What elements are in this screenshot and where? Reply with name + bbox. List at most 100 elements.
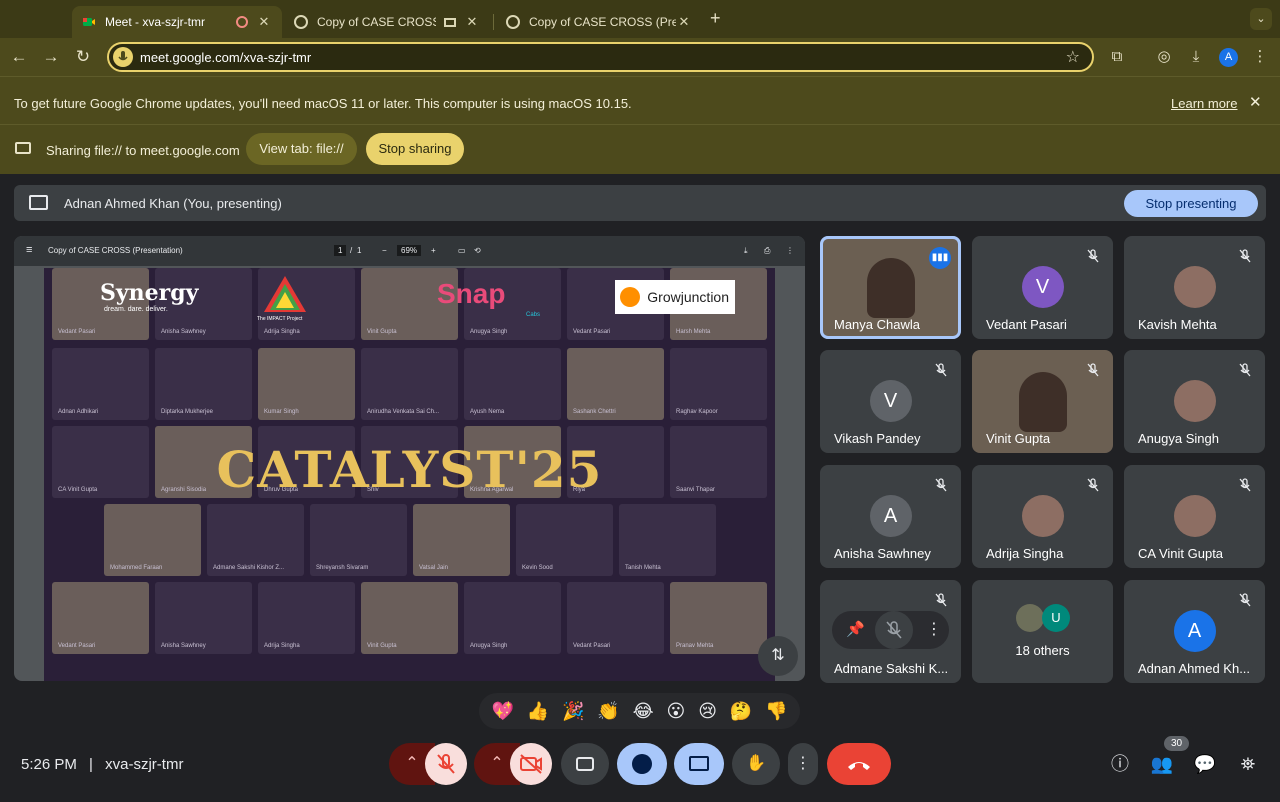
pdf-more-icon[interactable]: ⋮: [786, 246, 794, 255]
raise-hand-button[interactable]: ✋: [732, 743, 780, 785]
stop-presenting-button[interactable]: Stop presenting: [1124, 190, 1258, 217]
tile-hover-controls: 📌 ⋮: [832, 611, 949, 649]
slide-participant-thumb: Ayush Nema: [464, 348, 561, 420]
mic-off-icon: [1085, 248, 1101, 264]
forward-arrow-icon[interactable]: →: [40, 46, 62, 68]
pin-icon[interactable]: 📌: [846, 620, 865, 638]
reaction-emoji-button[interactable]: 💖: [491, 701, 513, 722]
activities-icon[interactable]: ⛯: [1236, 752, 1260, 776]
swap-layout-icon[interactable]: ⇅: [758, 636, 798, 676]
reaction-emoji-button[interactable]: 😮: [667, 701, 686, 722]
reload-icon[interactable]: ↻: [72, 46, 94, 68]
zoom-in-icon[interactable]: +: [431, 246, 436, 255]
speaking-indicator-icon: ▮▮▮: [929, 247, 951, 269]
leave-call-button[interactable]: [827, 743, 891, 785]
slide-participant-thumb: Kumar Singh: [258, 348, 355, 420]
reaction-emoji-button[interactable]: 👎: [765, 701, 787, 722]
hamburger-menu-icon[interactable]: ≡: [26, 244, 32, 256]
tab-meet[interactable]: Meet - xva-szjr-tmr ✕: [72, 6, 282, 38]
pdf-page-input[interactable]: 1: [334, 245, 347, 256]
tab-search-chevron-icon[interactable]: ⌄: [1250, 8, 1272, 30]
camera-toggle-button[interactable]: [510, 743, 552, 785]
mute-participant-button[interactable]: [875, 611, 913, 649]
slide-title: CATALYST'25: [216, 440, 603, 499]
slide-participant-thumb: Adrija Singha: [258, 582, 355, 654]
learn-more-link[interactable]: Learn more: [1171, 96, 1237, 111]
participant-tile[interactable]: Kavish Mehta: [1124, 236, 1265, 339]
pdf-download-icon[interactable]: ⤓: [744, 246, 748, 256]
reaction-emoji-button[interactable]: 🎉: [562, 701, 584, 722]
address-bar[interactable]: meet.google.com/xva-szjr-tmr ☆: [107, 42, 1094, 72]
reaction-emoji-button[interactable]: 😂: [633, 701, 654, 722]
extensions-puzzle-icon[interactable]: ⧉: [1107, 47, 1127, 67]
reaction-emoji-button[interactable]: 👏: [597, 701, 619, 722]
participant-tile[interactable]: Anugya Singh: [1124, 350, 1265, 453]
thumb-name: Kumar Singh: [264, 409, 299, 415]
participant-tile[interactable]: A Adnan Ahmed Kh...: [1124, 580, 1265, 683]
thumb-name: Ayush Nema: [470, 409, 505, 415]
participant-tile[interactable]: Vinit Gupta: [972, 350, 1113, 453]
mic-toggle-button[interactable]: [425, 743, 467, 785]
thumb-name: Adnan Adhikari: [58, 409, 99, 415]
pdf-zoom-level[interactable]: 69%: [397, 245, 422, 256]
recording-icon: [236, 16, 248, 28]
download-icon[interactable]: ⤓: [1186, 47, 1206, 67]
close-tab-icon[interactable]: ✕: [464, 14, 480, 30]
people-icon[interactable]: 👥: [1150, 752, 1174, 776]
present-screen-icon: [29, 195, 48, 210]
print-icon[interactable]: ⎙: [764, 246, 770, 256]
profile-avatar[interactable]: A: [1219, 48, 1238, 67]
participant-tile[interactable]: V Vedant Pasari: [972, 236, 1113, 339]
new-tab-button[interactable]: +: [710, 8, 721, 29]
rotate-icon[interactable]: ⟲: [474, 246, 481, 255]
more-options-button[interactable]: ⋮: [788, 743, 818, 785]
zoom-out-icon[interactable]: −: [382, 246, 387, 255]
hand-icon: ✋: [746, 755, 766, 772]
avatar: [1016, 604, 1044, 632]
emoji-icon: [632, 753, 652, 774]
participant-tile[interactable]: CA Vinit Gupta: [1124, 465, 1265, 568]
close-tab-icon[interactable]: ✕: [676, 14, 692, 30]
reaction-emoji-button[interactable]: 😢: [698, 701, 717, 722]
chat-icon[interactable]: 💬: [1193, 752, 1217, 776]
view-tab-button[interactable]: View tab: file://: [246, 133, 357, 165]
tab-case-cross-2[interactable]: Copy of CASE CROSS (Prese ✕: [496, 6, 702, 38]
growjunction-sun-icon: [620, 287, 640, 307]
thumb-name: Mohammed Faraan: [110, 565, 163, 571]
video-feed: [866, 258, 915, 318]
close-icon[interactable]: ✕: [1249, 93, 1262, 111]
bookmark-star-icon[interactable]: ☆: [1066, 47, 1080, 67]
participant-name: Admane Sakshi K...: [834, 661, 949, 676]
reaction-emoji-button[interactable]: 👍: [527, 701, 549, 722]
video-feed: [1018, 372, 1067, 432]
sharing-bar: Sharing file:// to meet.google.com View …: [0, 124, 1280, 174]
mic-off-icon: [1237, 362, 1253, 378]
microphone-icon[interactable]: [113, 47, 133, 67]
kebab-menu-icon[interactable]: ⋮: [1250, 47, 1270, 67]
participant-tile[interactable]: U 18 others: [972, 580, 1113, 683]
meeting-info-icon[interactable]: ⓘ: [1108, 752, 1132, 776]
captions-button[interactable]: [561, 743, 609, 785]
reactions-button[interactable]: [617, 743, 667, 785]
avatar: V: [1021, 266, 1064, 308]
thumb-name: Sashank Chettri: [573, 409, 616, 415]
present-button[interactable]: [674, 743, 724, 785]
fit-page-icon[interactable]: ▭: [458, 246, 466, 255]
participant-tile[interactable]: V Vikash Pandey: [820, 350, 961, 453]
participant-tile[interactable]: Adrija Singha: [972, 465, 1113, 568]
presentation-view: ≡ Copy of CASE CROSS (Presentation) 1 / …: [14, 236, 805, 681]
reaction-emoji-button[interactable]: 🤔: [730, 701, 752, 722]
mic-off-icon: [1085, 362, 1101, 378]
participant-tile[interactable]: A Anisha Sawhney: [820, 465, 961, 568]
slide-participant-thumb: Vedant Pasari: [52, 582, 149, 654]
close-tab-icon[interactable]: ✕: [256, 14, 272, 30]
avatar: [1173, 266, 1216, 308]
slide-participant-thumb: Admane Sakshi Kishor Z...: [207, 504, 304, 576]
back-arrow-icon[interactable]: ←: [8, 46, 30, 68]
extension-icon[interactable]: ◎: [1154, 47, 1174, 67]
more-options-icon[interactable]: ⋮: [926, 619, 942, 639]
participant-tile[interactable]: Manya Chawla ▮▮▮: [820, 236, 961, 339]
stop-sharing-button[interactable]: Stop sharing: [366, 133, 464, 165]
avatar: A: [869, 495, 912, 537]
tab-case-cross-1[interactable]: Copy of CASE CROSS (Pr ✕: [284, 6, 490, 38]
